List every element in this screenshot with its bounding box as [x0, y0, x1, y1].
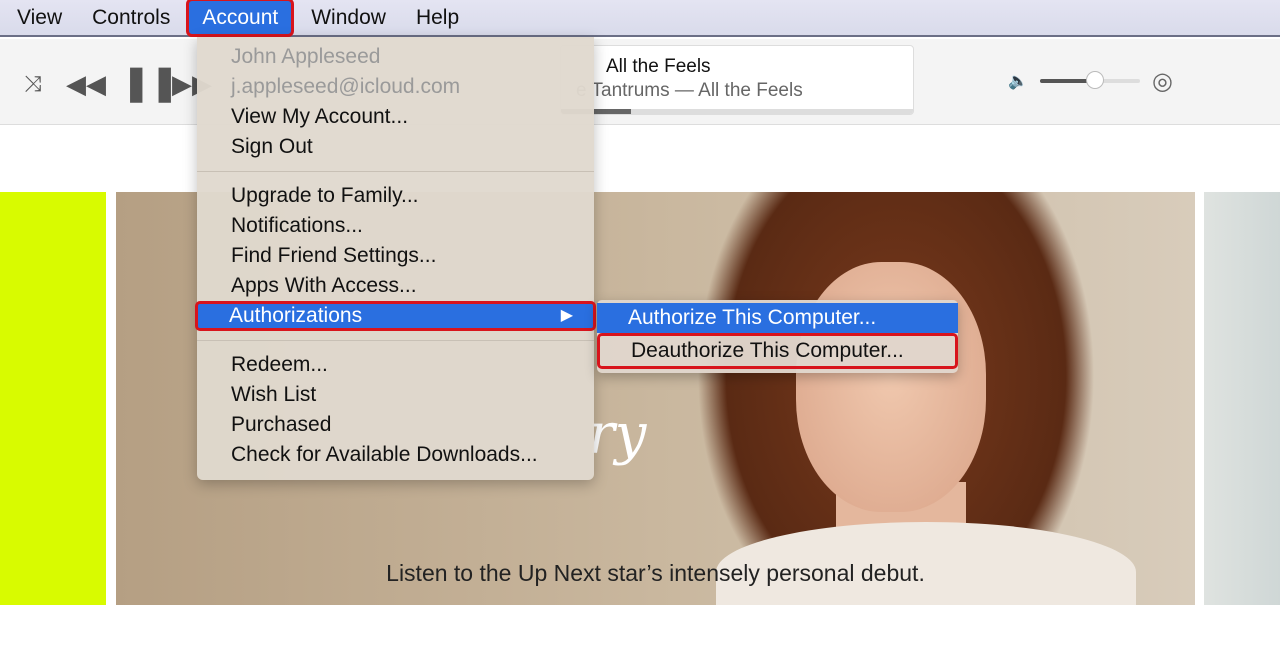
- shuffle-icon[interactable]: ⤨: [24, 71, 42, 97]
- menu-user-name: John Appleseed: [231, 45, 381, 68]
- menu-authorizations[interactable]: Authorizations ▶: [195, 301, 596, 331]
- previous-icon[interactable]: ◀◀: [66, 69, 106, 100]
- banner-logo: ry: [588, 402, 647, 467]
- menu-redeem[interactable]: Redeem...: [197, 350, 594, 380]
- banner-left[interactable]: [0, 192, 106, 605]
- account-menu: John Appleseed j.appleseed@icloud.com Vi…: [195, 37, 596, 480]
- volume-slider[interactable]: [1040, 71, 1140, 89]
- menu-authorize-computer[interactable]: Authorize This Computer...: [597, 303, 958, 333]
- progress-bar[interactable]: [561, 109, 913, 114]
- menu-wish-list[interactable]: Wish List: [197, 380, 594, 410]
- menu-controls[interactable]: Controls: [92, 0, 170, 36]
- menu-help[interactable]: Help: [416, 0, 459, 36]
- menu-upgrade-family[interactable]: Upgrade to Family...: [197, 181, 594, 211]
- player-toolbar: ⤨ ◀◀ ❚❚ ▶▶ All the Feels e Tantrums — Al…: [0, 39, 1280, 125]
- menu-bar: View Controls Account Window Help: [0, 0, 1280, 37]
- track-artist-album: e Tantrums — All the Feels: [576, 80, 803, 101]
- track-title: All the Feels: [606, 56, 711, 77]
- speaker-icon: 🔈: [1008, 73, 1028, 90]
- menu-window[interactable]: Window: [311, 0, 386, 36]
- menu-find-friend-settings[interactable]: Find Friend Settings...: [197, 241, 594, 271]
- menu-check-downloads[interactable]: Check for Available Downloads...: [197, 440, 594, 470]
- pause-icon[interactable]: ❚❚: [122, 63, 179, 103]
- menu-purchased[interactable]: Purchased: [197, 410, 594, 440]
- menu-sign-out[interactable]: Sign Out: [197, 132, 594, 162]
- menu-apps-with-access[interactable]: Apps With Access...: [197, 271, 594, 301]
- now-playing-display[interactable]: All the Feels e Tantrums — All the Feels: [560, 45, 914, 115]
- menu-user-email: j.appleseed@icloud.com: [231, 75, 461, 98]
- submenu-arrow-icon: ▶: [560, 307, 573, 324]
- airplay-icon[interactable]: ◎: [1152, 67, 1173, 96]
- menu-notifications[interactable]: Notifications...: [197, 211, 594, 241]
- banner-right[interactable]: [1204, 192, 1280, 605]
- menu-view[interactable]: View: [17, 0, 62, 36]
- menu-separator: [197, 340, 594, 341]
- banner-caption: Listen to the Up Next star’s intensely p…: [386, 560, 925, 586]
- menu-view-my-account[interactable]: View My Account...: [197, 102, 594, 132]
- menu-separator: [197, 171, 594, 172]
- authorizations-submenu: Authorize This Computer... Deauthorize T…: [597, 300, 958, 373]
- menu-deauthorize-computer[interactable]: Deauthorize This Computer...: [597, 333, 958, 369]
- menu-account[interactable]: Account: [186, 0, 295, 37]
- menu-authorizations-label: Authorizations: [229, 304, 363, 327]
- volume-knob[interactable]: [1086, 71, 1104, 89]
